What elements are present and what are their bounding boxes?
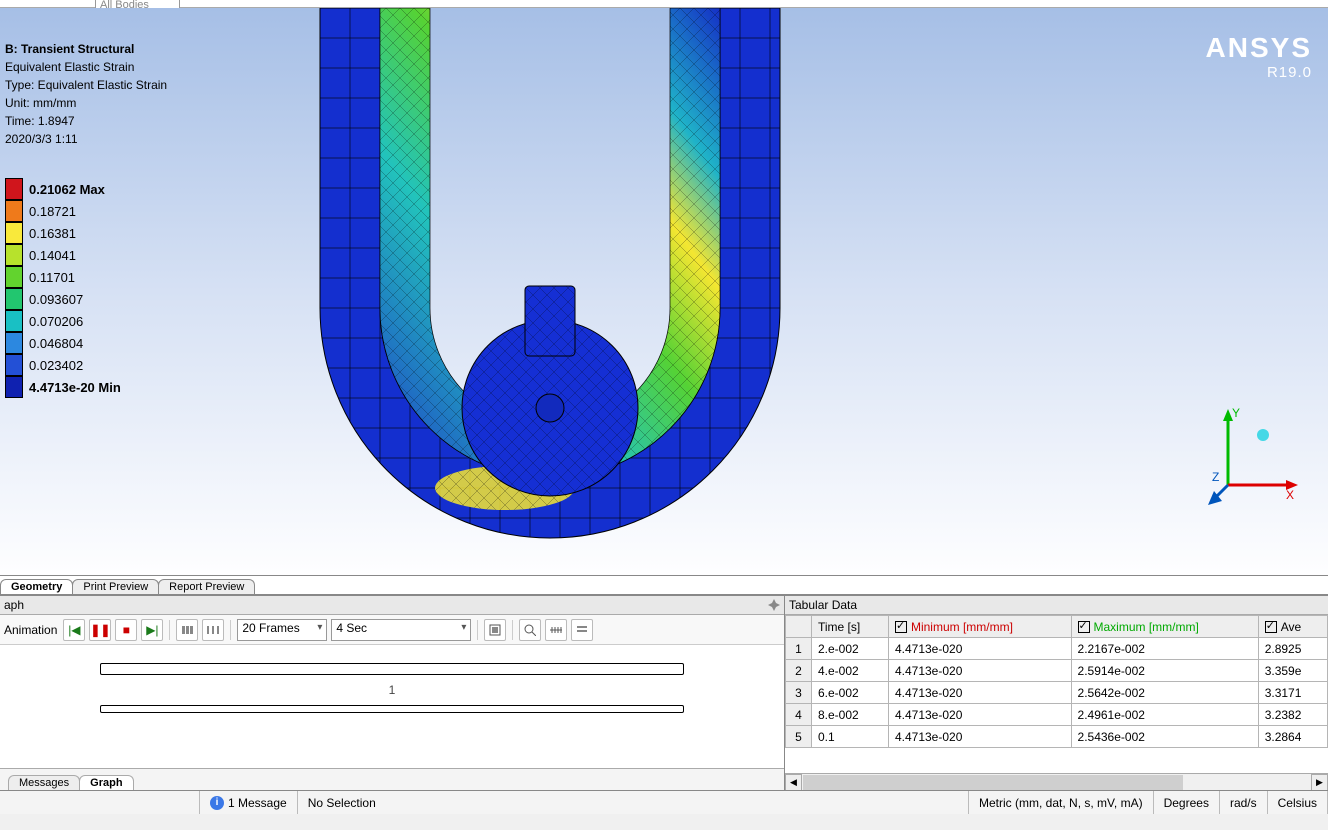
legend-label: 0.21062 Max — [29, 182, 105, 197]
status-rotation: rad/s — [1220, 791, 1268, 814]
track-caption: 1 — [40, 683, 744, 697]
checkbox-icon[interactable] — [1265, 621, 1277, 633]
legend-swatch — [5, 354, 23, 376]
result-title: B: Transient Structural — [5, 40, 167, 58]
legend-swatch — [5, 332, 23, 354]
tabular-title: Tabular Data — [785, 596, 1328, 615]
legend-toggle-icon[interactable] — [571, 619, 593, 641]
legend-label: 0.070206 — [29, 314, 83, 329]
table-row[interactable]: 24.e-0024.4713e-0202.5914e-0023.359e — [786, 660, 1328, 682]
pause-button[interactable]: ❚❚ — [89, 619, 111, 641]
status-temp: Celsius — [1268, 791, 1328, 814]
col-time[interactable]: Time [s] — [812, 616, 889, 638]
contour-legend: 0.21062 Max 0.18721 0.16381 0.14041 0.11701 0… — [5, 178, 121, 398]
checkbox-icon[interactable] — [1078, 621, 1090, 633]
legend-label: 0.14041 — [29, 248, 76, 263]
result-info: B: Transient Structural Equivalent Elast… — [5, 40, 167, 148]
legend-swatch — [5, 310, 23, 332]
table-row[interactable]: 48.e-0024.4713e-0202.4961e-0023.2382 — [786, 704, 1328, 726]
col-average[interactable]: Ave — [1258, 616, 1327, 638]
tab-print-preview[interactable]: Print Preview — [72, 579, 159, 594]
legend-swatch — [5, 222, 23, 244]
legend-swatch — [5, 266, 23, 288]
status-selection: No Selection — [298, 791, 969, 814]
pin-icon[interactable] — [768, 599, 780, 611]
status-units: Metric (mm, dat, N, s, mV, mA) — [969, 791, 1154, 814]
col-minimum[interactable]: Minimum [mm/mm] — [888, 616, 1071, 638]
legend-label: 0.023402 — [29, 358, 83, 373]
next-frame-button[interactable]: ▶| — [141, 619, 163, 641]
legend-label: 0.18721 — [29, 204, 76, 219]
model-render — [260, 8, 840, 575]
animation-track: 1 — [0, 645, 784, 768]
legend-label: 0.093607 — [29, 292, 83, 307]
graphics-viewport[interactable]: B: Transient Structural Equivalent Elast… — [0, 8, 1328, 575]
scroll-left-icon[interactable]: ◀ — [785, 774, 802, 791]
svg-text:Y: Y — [1232, 406, 1240, 420]
legend-label: 0.16381 — [29, 226, 76, 241]
legend-swatch — [5, 376, 23, 398]
distributed-frames-icon[interactable] — [176, 619, 198, 641]
axis-triad[interactable]: Y X Z — [1208, 405, 1298, 515]
timeline-icon[interactable] — [545, 619, 567, 641]
tab-report-preview[interactable]: Report Preview — [158, 579, 255, 594]
frames-combo[interactable]: 20 Frames — [237, 619, 327, 641]
graph-lower-tabs: Messages Graph — [0, 768, 784, 790]
tab-messages[interactable]: Messages — [8, 775, 80, 790]
status-bar: i 1 Message No Selection Metric (mm, dat… — [0, 790, 1328, 814]
time-track[interactable] — [100, 663, 684, 675]
legend-swatch — [5, 200, 23, 222]
export-icon[interactable] — [484, 619, 506, 641]
status-messages[interactable]: i 1 Message — [200, 791, 298, 814]
tabular-pane: Tabular Data Time [s] Minimum [mm/mm] Ma… — [785, 596, 1328, 790]
toolbar-strip: All Bodies — [0, 0, 1328, 8]
scroll-track[interactable] — [100, 705, 684, 713]
table-row[interactable]: 50.14.4713e-0202.5436e-0023.2864 — [786, 726, 1328, 748]
horizontal-scrollbar[interactable]: ◀ ▶ — [785, 773, 1328, 790]
legend-swatch — [5, 178, 23, 200]
stop-button[interactable]: ■ — [115, 619, 137, 641]
status-angle: Degrees — [1154, 791, 1220, 814]
view-tabs: Geometry Print Preview Report Preview — [0, 575, 1328, 595]
animation-toolbar: Animation |◀ ❚❚ ■ ▶| 20 Frames 4 Sec — [0, 615, 784, 645]
legend-label: 0.11701 — [29, 270, 75, 285]
ansys-logo: ANSYS R19.0 — [1206, 32, 1312, 81]
info-icon: i — [210, 796, 224, 810]
col-maximum[interactable]: Maximum [mm/mm] — [1071, 616, 1258, 638]
scroll-right-icon[interactable]: ▶ — [1311, 774, 1328, 791]
legend-swatch — [5, 288, 23, 310]
table-row[interactable]: 12.e-0024.4713e-0202.2167e-0022.8925 — [786, 638, 1328, 660]
spaced-frames-icon[interactable] — [202, 619, 224, 641]
legend-label: 0.046804 — [29, 336, 83, 351]
tab-geometry[interactable]: Geometry — [0, 579, 73, 594]
svg-text:Z: Z — [1212, 470, 1219, 484]
scroll-thumb[interactable] — [803, 775, 1183, 790]
graph-pane-title: aph — [0, 596, 784, 615]
legend-label: 4.4713e-20 Min — [29, 380, 121, 395]
tabular-data-table: Time [s] Minimum [mm/mm] Maximum [mm/mm]… — [785, 615, 1328, 748]
animation-label: Animation — [4, 623, 57, 637]
checkbox-icon[interactable] — [895, 621, 907, 633]
prev-frame-button[interactable]: |◀ — [63, 619, 85, 641]
duration-combo[interactable]: 4 Sec — [331, 619, 471, 641]
legend-swatch — [5, 244, 23, 266]
zoom-fit-icon[interactable] — [519, 619, 541, 641]
svg-text:X: X — [1286, 488, 1294, 502]
table-row[interactable]: 36.e-0024.4713e-0202.5642e-0023.3171 — [786, 682, 1328, 704]
tab-graph[interactable]: Graph — [79, 775, 133, 790]
graph-pane: aph Animation |◀ ❚❚ ■ ▶| 20 Frames 4 Sec — [0, 596, 785, 790]
